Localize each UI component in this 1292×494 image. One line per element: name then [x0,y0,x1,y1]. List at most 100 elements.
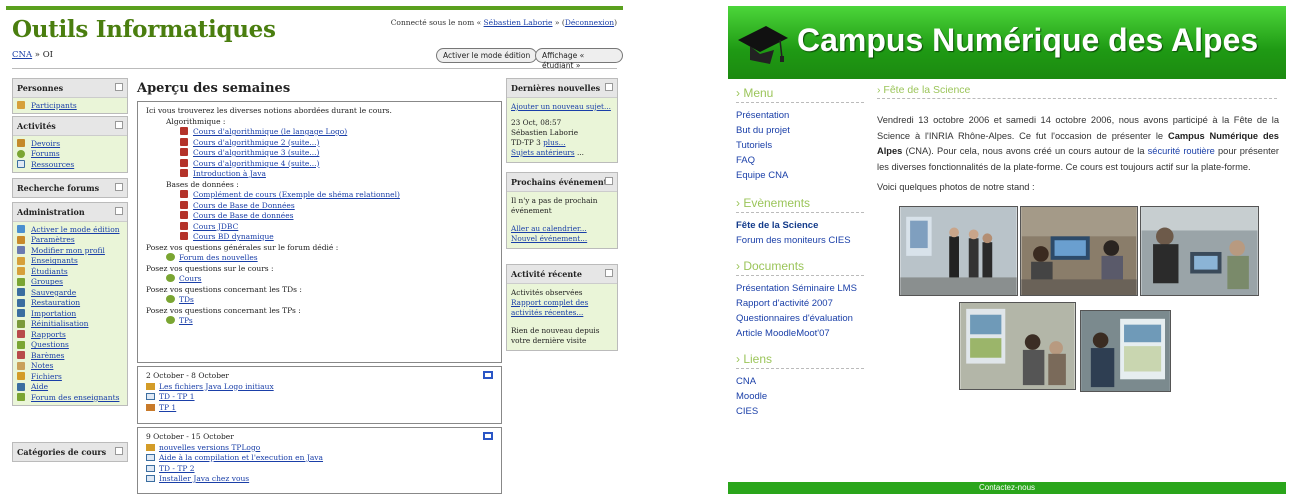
admin-menu-label[interactable]: Sauvegarde [31,288,76,297]
admin-menu-label[interactable]: Questions [31,340,69,349]
menu-item-label[interactable]: Devoirs [31,139,60,148]
admin-menu-label[interactable]: Réinitialisation [31,319,88,328]
week-item-link[interactable]: Aide à la compilation et l'execution en … [159,453,323,462]
menu-link[interactable]: Equipe CNA [736,170,788,181]
edit-mode-button[interactable]: Activer le mode édition [436,48,538,63]
admin-menu-item[interactable]: Groupes [17,277,123,288]
resource-link[interactable]: Cours de Base de données [193,211,294,220]
document-link[interactable]: Questionnaires d'évaluation [736,313,853,324]
full-report-link[interactable]: Rapport complet des activités récentes..… [511,298,613,318]
menu-item-label[interactable]: Ressources [31,160,74,169]
week-item-link[interactable]: TD - TP 1 [159,392,195,401]
collapse-toggle-icon[interactable] [605,83,613,91]
menu-link[interactable]: But du projet [736,125,790,136]
add-topic-link[interactable]: Ajouter un nouveau sujet... [511,102,613,112]
stand-photo-4[interactable] [959,302,1076,390]
admin-menu-item[interactable]: Barèmes [17,350,123,361]
admin-menu-item[interactable]: Importation [17,308,123,319]
admin-menu-label[interactable]: Modifier mon profil [31,246,105,255]
document-link[interactable]: Rapport d'activité 2007 [736,298,833,309]
resource-row[interactable]: Introduction à Java [180,169,493,180]
admin-menu-label[interactable]: Paramètres [31,235,75,244]
admin-menu-item[interactable]: Sauvegarde [17,287,123,298]
resource-row[interactable]: Cours d'algorithmique 4 (suite...) [180,158,493,170]
admin-menu-label[interactable]: Enseignants [31,256,78,265]
week-item[interactable]: Aide à la compilation et l'execution en … [146,453,493,464]
admin-menu-item[interactable]: Étudiants [17,266,123,277]
admin-menu-label[interactable]: Notes [31,361,53,370]
menu-link[interactable]: Tutoriels [736,140,772,151]
forum-link[interactable]: TPs [179,316,193,325]
admin-menu-item[interactable]: Modifier mon profil [17,245,123,256]
resource-link[interactable]: Cours d'algorithmique (le langage Logo) [193,127,347,136]
resource-row[interactable]: Cours d'algorithmique 3 (suite...) [180,148,493,159]
road-safety-link[interactable]: sécurité routière [1148,146,1215,156]
week-item[interactable]: TD - TP 2 [146,464,493,475]
resource-link[interactable]: Cours d'algorithmique 3 (suite...) [193,148,319,157]
resource-link[interactable]: Introduction à Java [193,169,266,178]
external-link[interactable]: Moodle [736,391,767,402]
admin-menu-label[interactable]: Étudiants [31,267,68,276]
breadcrumb-home[interactable]: CNA [12,50,32,60]
admin-menu-item[interactable]: Restauration [17,298,123,309]
resource-link[interactable]: Cours BD dynamique [193,232,274,241]
menu-item-label[interactable]: Forums [31,149,60,158]
resource-link[interactable]: Complément de cours (Exemple de shéma re… [193,190,400,199]
admin-menu-label[interactable]: Forum des enseignants [31,393,119,402]
logout-link[interactable]: Déconnexion [565,18,614,27]
resource-link[interactable]: Cours JDBC [193,222,238,231]
show-only-week-icon[interactable] [483,371,493,379]
show-only-week-icon[interactable] [483,432,493,440]
forum-row[interactable]: Cours [146,274,493,285]
week-item[interactable]: TP 1 [146,403,493,414]
collapse-toggle-icon[interactable] [115,121,123,129]
new-event-link[interactable]: Nouvel événement... [511,234,613,244]
admin-menu-label[interactable]: Rapports [31,330,66,339]
resource-row[interactable]: Cours de Base de Données [180,200,493,212]
week-item[interactable]: Les fichiers Java Logo initiaux [146,382,493,393]
menu-item[interactable]: Participants [17,100,123,111]
admin-menu-label[interactable]: Aide [31,382,48,391]
resource-row[interactable]: Complément de cours (Exemple de shéma re… [180,190,493,201]
calendar-link[interactable]: Aller au calendrier... [511,224,613,234]
admin-menu-label[interactable]: Importation [31,309,76,318]
event-link[interactable]: Forum des moniteurs CIES [736,235,851,246]
stand-photo-1[interactable] [899,206,1018,296]
resource-link[interactable]: Cours d'algorithmique 2 (suite...) [193,138,319,147]
admin-menu-item[interactable]: Réinitialisation [17,319,123,330]
menu-item[interactable]: Ressources [17,159,123,170]
student-view-button[interactable]: Affichage « étudiant » [535,48,623,70]
contact-link[interactable]: Contactez-nous [728,482,1286,494]
collapse-toggle-icon[interactable] [115,207,123,215]
forum-row[interactable]: TDs [146,295,493,306]
admin-menu-item[interactable]: Aide [17,382,123,393]
week-item[interactable]: nouvelles versions TPLogo [146,443,493,454]
stand-photo-3[interactable] [1140,206,1259,296]
news-more-link[interactable]: plus... [543,138,565,147]
resource-link[interactable]: Cours de Base de Données [193,201,295,210]
week-item-link[interactable]: Les fichiers Java Logo initiaux [159,382,274,391]
menu-link[interactable]: Présentation [736,110,789,121]
expand-toggle-icon[interactable] [115,447,123,455]
resource-row[interactable]: Cours de Base de données [180,211,493,222]
week-item-link[interactable]: TD - TP 2 [159,464,195,473]
stand-photo-2[interactable] [1020,206,1138,296]
admin-menu-label[interactable]: Activer le mode édition [31,225,120,234]
forum-link[interactable]: Cours [179,274,202,283]
forum-link[interactable]: TDs [179,295,194,304]
admin-menu-item[interactable]: Questions [17,340,123,351]
admin-menu-item[interactable]: Activer le mode édition [17,224,123,235]
week-item-link[interactable]: TP 1 [159,403,176,412]
week-item[interactable]: Installer Java chez vous [146,474,493,485]
forum-link[interactable]: Forum des nouvelles [179,253,258,262]
stand-photo-5[interactable] [1080,310,1171,392]
resource-row[interactable]: Cours d'algorithmique 2 (suite...) [180,137,493,149]
admin-menu-label[interactable]: Groupes [31,277,63,286]
document-link[interactable]: Présentation Séminaire LMS [736,283,857,294]
collapse-toggle-icon[interactable] [115,83,123,91]
admin-menu-item[interactable]: Enseignants [17,256,123,267]
week-item[interactable]: TD - TP 1 [146,392,493,403]
collapse-toggle-icon[interactable] [605,269,613,277]
admin-menu-label[interactable]: Fichiers [31,372,62,381]
external-link[interactable]: CIES [736,406,758,417]
